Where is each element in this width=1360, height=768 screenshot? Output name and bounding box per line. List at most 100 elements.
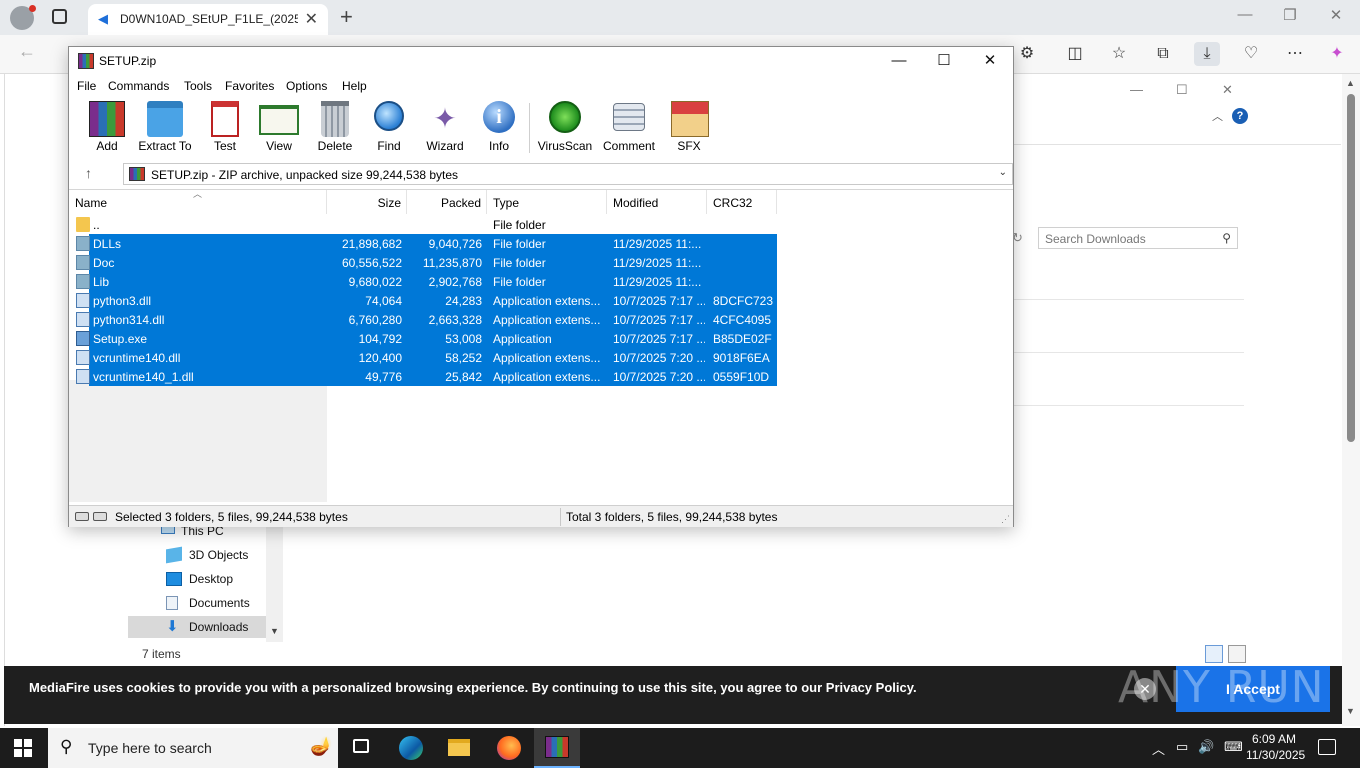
column-type[interactable]: Type <box>487 190 607 214</box>
task-view-icon[interactable] <box>338 728 384 768</box>
explorer-minimize-button[interactable]: — <box>1130 82 1143 97</box>
browser-close-button[interactable]: ✕ <box>1321 6 1351 24</box>
cell-modified: 10/7/2025 7:17 ... <box>613 332 705 346</box>
table-row[interactable]: .. File folder <box>69 215 1013 234</box>
ribbon-collapse-icon[interactable]: ︿ <box>1212 108 1223 124</box>
clock-time: 6:09 AM <box>1251 732 1297 746</box>
windows-start-icon[interactable] <box>14 739 32 757</box>
menu-tools[interactable]: Tools <box>184 79 212 93</box>
search-downloads-input[interactable]: Search Downloads ⚲ <box>1038 227 1238 249</box>
delete-button[interactable]: Delete <box>317 99 353 157</box>
scroll-down-icon[interactable]: ▼ <box>1346 706 1355 716</box>
winrar-close-button[interactable]: ✕ <box>967 50 1013 72</box>
extract-to-button[interactable]: Extract To <box>138 99 192 157</box>
nav-item-3d-objects[interactable]: 3D Objects <box>128 544 266 566</box>
more-menu-icon[interactable]: ⋯ <box>1282 42 1308 66</box>
winrar-toolbar: Add Extract To Test View Delete Find ✦ W… <box>69 99 1013 159</box>
split-screen-icon[interactable]: ◫ <box>1062 42 1088 66</box>
nav-scrollbar[interactable]: ▼ <box>266 526 283 642</box>
scroll-up-icon[interactable]: ▲ <box>1346 78 1355 88</box>
extensions-icon[interactable]: ⚙ <box>1014 42 1040 66</box>
comment-button[interactable]: Comment <box>603 99 655 157</box>
table-row[interactable]: python3.dll 74,064 24,283 Application exten… <box>69 291 1013 310</box>
virusscan-button[interactable]: VirusScan <box>538 99 592 157</box>
column-name[interactable]: Name ︿ <box>69 189 327 214</box>
cell-packed: 2,902,768 <box>428 275 482 289</box>
nav-item-documents[interactable]: Documents <box>128 592 266 614</box>
tab-actions-icon[interactable] <box>52 9 67 24</box>
winrar-taskbar-icon[interactable] <box>534 728 580 768</box>
page-scrollbar[interactable]: ▲ ▼ <box>1342 74 1360 726</box>
table-row[interactable]: python314.dll 6,760,280 2,663,328 Applicati… <box>69 310 1013 329</box>
copilot-icon[interactable]: ✦ <box>1324 42 1350 66</box>
menu-help[interactable]: Help <box>342 79 367 93</box>
browser-tab-active[interactable]: ◀ D0WN10AD_SEtUP_F1LE_(2025)_ ✕ <box>88 4 328 35</box>
dll-file-icon <box>76 369 90 384</box>
view-button[interactable]: View <box>259 99 299 157</box>
archive-address-bar[interactable]: SETUP.zip - ZIP archive, unpacked size 9… <box>123 163 1013 185</box>
nav-scroll-down-icon[interactable]: ▼ <box>270 626 279 636</box>
close-tab-icon[interactable]: ✕ <box>305 9 318 29</box>
add-button[interactable]: Add <box>89 99 125 157</box>
nav-item-downloads[interactable]: ⬇ Downloads <box>128 616 266 638</box>
notifications-icon[interactable] <box>1318 739 1336 755</box>
firefox-taskbar-icon[interactable] <box>486 728 532 768</box>
large-icons-view-icon[interactable] <box>1228 645 1246 663</box>
wizard-button[interactable]: ✦ Wizard <box>426 99 463 157</box>
browser-essentials-icon[interactable]: ♡ <box>1238 42 1264 66</box>
table-row[interactable]: Doc 60,556,522 11,235,870 File folder 11/29/… <box>69 253 1013 272</box>
winrar-titlebar[interactable]: SETUP.zip — ☐ ✕ <box>69 47 1013 75</box>
new-tab-button[interactable]: + <box>340 4 353 30</box>
keyboard-icon[interactable]: ⌨ <box>1224 739 1243 755</box>
winrar-minimize-button[interactable]: — <box>876 50 922 72</box>
back-arrow-icon[interactable]: ← <box>18 41 36 62</box>
scrollbar-thumb[interactable] <box>1347 94 1355 442</box>
taskbar-search-box[interactable]: ⚲ Type here to search 🪔 <box>48 728 338 768</box>
table-row[interactable]: vcruntime140.dll 120,400 58,252 Application… <box>69 348 1013 367</box>
nav-item-desktop[interactable]: Desktop <box>128 568 266 590</box>
cookie-message: MediaFire uses cookies to provide you wi… <box>29 680 917 695</box>
taskbar-clock[interactable]: 6:09 AM 11/30/2025 <box>1246 731 1305 763</box>
tray-overflow-icon[interactable]: ︿ <box>1152 739 1165 758</box>
explorer-restore-button[interactable]: ☐ <box>1176 82 1188 98</box>
sort-ascending-icon: ︿ <box>193 189 203 199</box>
table-row[interactable]: Lib 9,680,022 2,902,768 File folder 11/29/20… <box>69 272 1013 291</box>
find-button[interactable]: Find <box>371 99 407 157</box>
table-row[interactable]: Setup.exe 104,792 53,008 Application 10/7/20… <box>69 329 1013 348</box>
browser-restore-button[interactable]: ❐ <box>1275 6 1305 24</box>
column-modified[interactable]: Modified <box>607 190 707 214</box>
up-one-level-icon[interactable]: ↑ <box>85 165 92 181</box>
cell-packed: 53,008 <box>445 332 482 346</box>
column-size[interactable]: Size <box>327 190 407 214</box>
collections-icon[interactable]: ⧉ <box>1150 42 1176 66</box>
edge-taskbar-icon[interactable] <box>388 728 434 768</box>
volume-icon[interactable]: 🔊 <box>1198 739 1214 755</box>
favorites-icon[interactable]: ☆ <box>1106 42 1132 66</box>
profile-avatar[interactable] <box>10 5 36 30</box>
trash-icon <box>321 101 349 137</box>
downloads-icon[interactable]: ⤓ <box>1194 42 1220 66</box>
browser-minimize-button[interactable]: — <box>1230 6 1260 23</box>
cell-packed: 58,252 <box>445 351 482 365</box>
network-icon[interactable]: ▭ <box>1176 739 1188 755</box>
winrar-app-icon <box>78 53 94 69</box>
winrar-maximize-button[interactable]: ☐ <box>921 50 967 72</box>
cell-modified: 10/7/2025 7:20 ... <box>613 351 705 365</box>
resize-grip-icon[interactable]: ⋰ <box>1001 514 1010 525</box>
address-dropdown-icon[interactable]: ⌄ <box>999 167 1007 178</box>
info-button[interactable]: i Info <box>481 99 517 157</box>
column-packed[interactable]: Packed <box>407 190 487 214</box>
menu-file[interactable]: File <box>77 79 96 93</box>
menu-options[interactable]: Options <box>286 79 327 93</box>
file-explorer-taskbar-icon[interactable] <box>436 728 482 768</box>
explorer-close-button[interactable]: ✕ <box>1222 82 1233 98</box>
help-icon[interactable]: ? <box>1232 108 1248 124</box>
column-crc32[interactable]: CRC32 <box>707 190 777 214</box>
test-button[interactable]: Test <box>207 99 243 157</box>
sfx-button[interactable]: SFX <box>671 99 709 157</box>
table-row[interactable]: vcruntime140_1.dll 49,776 25,842 Applicatio… <box>69 367 1013 386</box>
details-view-icon[interactable] <box>1205 645 1223 663</box>
menu-commands[interactable]: Commands <box>108 79 169 93</box>
menu-favorites[interactable]: Favorites <box>225 79 274 93</box>
table-row[interactable]: DLLs 21,898,682 9,040,726 File folder 11/29/… <box>69 234 1013 253</box>
